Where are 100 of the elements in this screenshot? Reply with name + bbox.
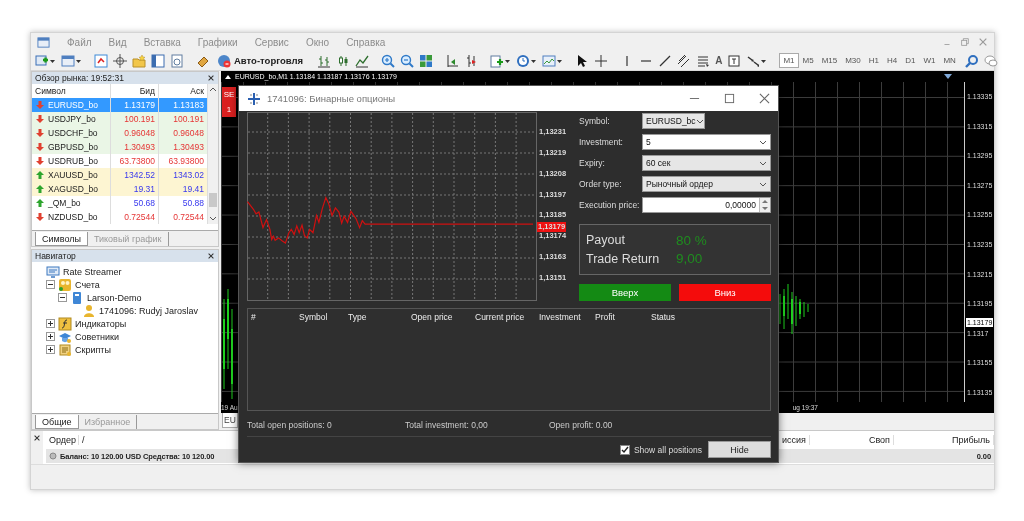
column-header[interactable]: Status — [651, 312, 767, 322]
table-row[interactable]: XAGUSD_bo 19.31 19.41 — [32, 182, 208, 196]
line-chart-icon[interactable] — [355, 53, 370, 68]
clock-document-icon[interactable] — [170, 53, 184, 68]
candlestick-drawing — [778, 284, 809, 334]
shift-marker-icon[interactable] — [944, 73, 952, 80]
timeframe-button[interactable]: D1 — [901, 53, 920, 68]
trade-return-value: 9,00 — [676, 251, 704, 267]
chat-icon[interactable] — [983, 53, 998, 68]
column-header[interactable]: Symbol — [299, 312, 348, 322]
price-field[interactable]: 0,00000 — [642, 197, 771, 213]
trade-return-label: Trade Return — [586, 251, 661, 266]
checkbox-label: Show all positions — [633, 444, 702, 455]
column-header[interactable]: Своп — [810, 435, 894, 445]
timeframe-button[interactable]: M15 — [817, 53, 842, 68]
scroll-up-icon[interactable] — [209, 86, 217, 93]
market-watch-icon[interactable] — [94, 53, 108, 68]
dropdown-field[interactable]: 60 сек — [642, 155, 771, 171]
column-header[interactable]: Investment — [539, 312, 595, 322]
panel-icon[interactable] — [151, 53, 165, 68]
auto-trading-button[interactable]: Авто-торговля — [215, 53, 306, 68]
total-text: Open profit: 0.00 — [549, 420, 614, 430]
table-row[interactable]: USDJPY_bo 100.191 100.191 — [32, 112, 208, 126]
bar-chart-icon[interactable] — [317, 53, 332, 68]
dropdown-field[interactable]: EURUSD_bc — [642, 113, 705, 129]
dropdown-field[interactable]: Рыночный ордер — [642, 176, 771, 192]
clock-icon[interactable] — [516, 53, 531, 68]
checkbox[interactable] — [619, 444, 630, 455]
table-row[interactable]: USDCHF_bo 0.96048 0.96048 — [32, 126, 208, 140]
close-icon[interactable] — [207, 74, 215, 82]
maximize-icon[interactable] — [724, 93, 735, 104]
column-header[interactable]: Open price — [411, 312, 475, 322]
chart-shift-icon[interactable] — [445, 53, 460, 68]
column-header[interactable]: Profit — [595, 312, 651, 322]
field-label: Symbol: — [579, 116, 611, 126]
crosshair-circle-icon[interactable] — [113, 53, 127, 68]
close-icon[interactable] — [759, 93, 770, 104]
tree-item[interactable]: Советники — [75, 331, 119, 342]
up-button[interactable]: Вверх — [579, 284, 671, 301]
column-header[interactable]: Type — [348, 312, 411, 322]
field-label: Order type: — [579, 179, 623, 189]
symbol-cell-text: GBPUSD_bo — [48, 141, 99, 154]
hide-button[interactable]: Hide — [708, 441, 771, 458]
text-tool[interactable]: A — [715, 55, 723, 66]
panel-tab[interactable]: Общие — [35, 415, 79, 429]
expander-button[interactable] — [46, 319, 55, 328]
tree-item[interactable]: Индикаторы — [75, 318, 127, 329]
column-header[interactable]: Current price — [475, 312, 539, 322]
text-label-icon[interactable] — [727, 53, 742, 68]
close-icon[interactable] — [33, 434, 41, 442]
timeframe-button[interactable]: W1 — [919, 53, 940, 68]
zoom-in-icon[interactable] — [381, 53, 396, 68]
channel-icon[interactable] — [677, 53, 692, 68]
timeframe-button[interactable]: H1 — [864, 53, 883, 68]
timeframe-button[interactable]: M30 — [841, 53, 865, 68]
expander-button[interactable] — [46, 332, 55, 341]
timeframe-button[interactable]: M5 — [798, 53, 818, 68]
column-header[interactable]: Прибыль — [894, 435, 994, 445]
timeframe-button[interactable]: MN — [939, 53, 960, 68]
table-row[interactable]: XAUUSD_bo 1342.52 1343.02 — [32, 168, 208, 182]
dropdown-field[interactable]: 5 — [642, 134, 771, 150]
sell-button[interactable]: SE 1 — [222, 87, 236, 117]
chart-tab[interactable]: EU — [222, 413, 238, 428]
search-icon[interactable] — [964, 53, 979, 68]
scroll-icon — [58, 342, 72, 357]
tree-item[interactable]: Rate Streamer — [63, 266, 122, 277]
total-text: Total investment: 0,00 — [405, 420, 489, 430]
monitor-icon — [46, 264, 60, 279]
trend-line-icon[interactable] — [658, 53, 673, 68]
scrollbar-thumb[interactable] — [209, 193, 217, 207]
symbol-cell-text: EURUSD_bo — [48, 99, 99, 112]
field-label: Expiry: — [579, 158, 606, 168]
arrows-icon[interactable] — [746, 53, 761, 68]
chevron-down-icon — [759, 180, 767, 188]
tile-icon[interactable] — [419, 53, 434, 68]
circle-icon — [49, 452, 57, 460]
timeframe-button[interactable]: H4 — [883, 53, 902, 68]
spin-arrows-icon[interactable] — [760, 198, 770, 212]
scroll-down-icon[interactable] — [209, 215, 217, 222]
indicator-add-icon[interactable] — [490, 53, 505, 68]
expander-button[interactable] — [46, 345, 55, 354]
total-text: Total open positions: 0 — [247, 420, 333, 430]
table-row[interactable]: GBPUSD_bo 1.30493 1.30493 — [32, 140, 208, 154]
window-icon[interactable] — [61, 53, 75, 68]
chevron-down-icon — [759, 159, 767, 167]
expander-button[interactable] — [58, 293, 67, 302]
down-button[interactable]: Вниз — [679, 284, 771, 301]
column-header[interactable]: # — [251, 312, 299, 322]
panel-tab[interactable]: Символы — [35, 232, 88, 246]
tree-item[interactable]: Larson-Demo — [87, 292, 142, 303]
zoom-out-icon[interactable] — [400, 53, 415, 68]
timeframe-button[interactable]: M1 — [779, 53, 799, 68]
close-icon[interactable] — [207, 252, 215, 260]
tree-item[interactable]: 1741096: Rudyj Jaroslav — [99, 305, 199, 316]
column-header[interactable]: Ордер — [46, 435, 79, 445]
tree-item[interactable]: Счета — [75, 279, 100, 290]
candlestick-icon[interactable] — [336, 53, 351, 68]
tree-item[interactable]: Скрипты — [75, 344, 111, 355]
expander-button[interactable] — [46, 280, 55, 289]
folder-star-icon[interactable] — [132, 53, 146, 68]
